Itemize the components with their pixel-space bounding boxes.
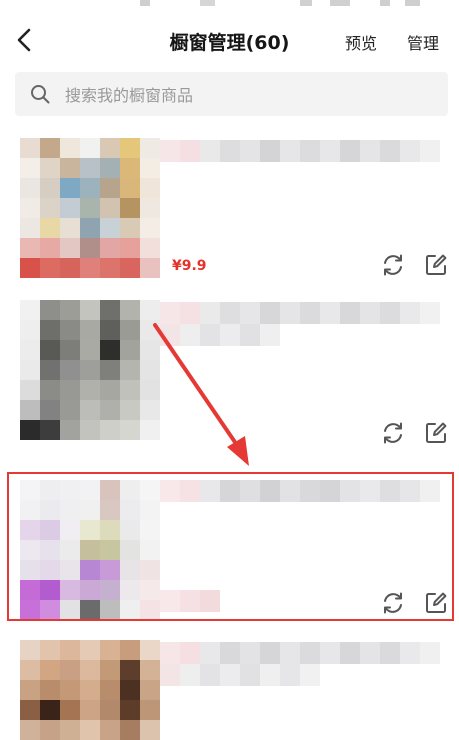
product-thumbnail[interactable]: [20, 480, 160, 620]
product-title: [160, 302, 440, 324]
product-title: [160, 642, 440, 664]
refresh-icon[interactable]: [380, 252, 406, 278]
edit-icon[interactable]: [423, 420, 449, 446]
product-thumbnail[interactable]: [20, 300, 160, 440]
page-title: 橱窗管理(60): [169, 32, 290, 54]
product-subtitle: [160, 324, 280, 346]
back-icon: [17, 28, 31, 52]
product-item-4[interactable]: [0, 640, 459, 740]
product-thumbnail[interactable]: [20, 138, 160, 278]
preview-button[interactable]: 预览: [345, 30, 377, 54]
top-nav-bar: 橱窗管理(60) 预览 管理: [0, 18, 459, 62]
product-subtitle: [160, 664, 320, 686]
edit-icon[interactable]: [423, 252, 449, 278]
product-item-1[interactable]: ¥9.9: [0, 138, 459, 283]
product-thumbnail[interactable]: [20, 640, 160, 740]
refresh-icon[interactable]: [380, 590, 406, 616]
product-item-2[interactable]: [0, 300, 459, 445]
product-item-3[interactable]: [0, 480, 459, 620]
manage-button[interactable]: 管理: [407, 30, 439, 54]
product-price-blur: [160, 590, 220, 612]
edit-icon[interactable]: [423, 590, 449, 616]
product-title: [160, 480, 440, 502]
refresh-icon[interactable]: [380, 420, 406, 446]
search-input[interactable]: [63, 80, 437, 110]
search-bar[interactable]: [15, 72, 448, 116]
search-icon: [31, 85, 50, 104]
status-bar: [0, 0, 459, 6]
back-button[interactable]: [10, 22, 40, 58]
product-title: [160, 140, 440, 162]
product-price: ¥9.9: [172, 258, 207, 274]
